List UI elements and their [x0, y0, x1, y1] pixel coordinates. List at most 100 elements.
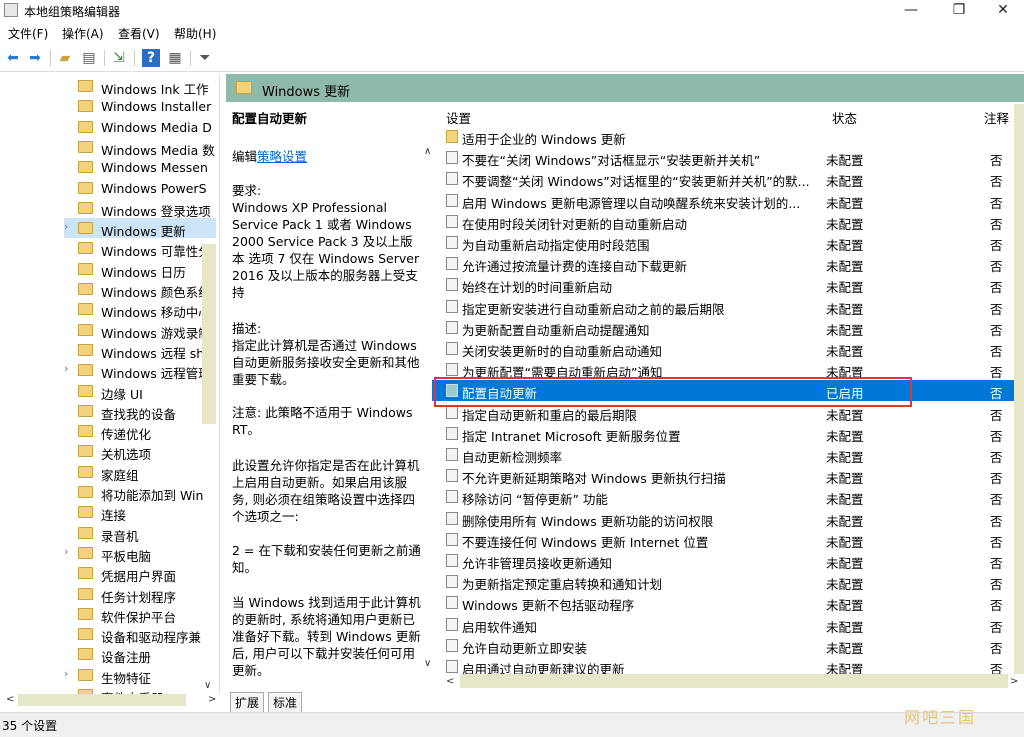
- setting-row[interactable]: 为自动重新启动指定使用时段范围 未配置 否: [432, 232, 1024, 253]
- maximize-button[interactable]: ❐: [936, 0, 982, 22]
- list-scroll-right-icon[interactable]: >: [1010, 676, 1018, 687]
- tab-extended[interactable]: 扩展: [230, 692, 265, 713]
- setting-row[interactable]: 自动更新检测频率 未配置 否: [432, 444, 1024, 465]
- setting-note: 否: [990, 365, 1003, 381]
- list-horizontal-scrollbar[interactable]: [460, 674, 1008, 688]
- tree-item[interactable]: 设备和驱动程序兼: [64, 624, 216, 644]
- setting-row[interactable]: 启用 Windows 更新电源管理以自动唤醒系统来安装计划的... 未配置 否: [432, 190, 1024, 211]
- setting-row[interactable]: 不要连接任何 Windows 更新 Internet 位置 未配置 否: [432, 529, 1024, 550]
- expand-chevron-icon[interactable]: ›: [64, 667, 68, 680]
- forward-arrow-icon[interactable]: ➡: [26, 49, 44, 67]
- setting-row[interactable]: 启用软件通知 未配置 否: [432, 614, 1024, 635]
- setting-state: 未配置: [826, 450, 864, 465]
- column-header-state[interactable]: 状态: [832, 108, 857, 127]
- setting-row[interactable]: 适用于企业的 Windows 更新: [432, 126, 1024, 147]
- tree-item[interactable]: Windows PowerS: [64, 178, 216, 198]
- tree-item[interactable]: Windows 移动中心: [64, 299, 216, 319]
- tree-item[interactable]: Windows 远程 she: [64, 340, 216, 360]
- policy-settings-link[interactable]: 策略设置: [257, 149, 307, 164]
- policy-setting-icon: [446, 638, 458, 652]
- menu-view[interactable]: 查看(V): [118, 25, 160, 42]
- tree-horizontal-scrollbar[interactable]: [18, 694, 186, 706]
- show-hide-tree-icon[interactable]: ▤: [80, 49, 98, 67]
- menu-help[interactable]: 帮助(H): [174, 25, 216, 42]
- tree-item[interactable]: Windows 颜色系统: [64, 279, 216, 299]
- menu-action[interactable]: 操作(A): [62, 25, 104, 42]
- desc-scroll-down-icon[interactable]: ∨: [424, 658, 431, 669]
- tree-item[interactable]: Windows Messen: [64, 157, 216, 177]
- setting-row[interactable]: 不要在“关闭 Windows”对话框显示“安装更新并关机” 未配置 否: [432, 147, 1024, 168]
- tree-item[interactable]: › 生物特征: [64, 665, 216, 685]
- tree-scroll-left-icon[interactable]: <: [6, 694, 14, 705]
- expand-chevron-icon[interactable]: ›: [64, 362, 68, 375]
- folder-icon: [78, 648, 93, 661]
- setting-row[interactable]: 删除使用所有 Windows 更新功能的访问权限 未配置 否: [432, 508, 1024, 529]
- tree-item[interactable]: Windows 可靠性分: [64, 238, 216, 258]
- tree-item[interactable]: Windows 日历: [64, 259, 216, 279]
- tab-standard[interactable]: 标准: [268, 692, 303, 713]
- setting-row[interactable]: 在使用时段关闭针对更新的自动重新启动 未配置 否: [432, 211, 1024, 232]
- minimize-button[interactable]: —: [888, 0, 934, 22]
- tree-item[interactable]: 边缘 UI: [64, 381, 216, 401]
- tree-item[interactable]: 家庭组: [64, 462, 216, 482]
- tree-item-label: Windows 日历: [101, 264, 186, 279]
- tree-item[interactable]: 事件查看器: [64, 685, 216, 694]
- tree-item-label: 将功能添加到 Win: [101, 488, 204, 502]
- export-list-icon[interactable]: ⇲: [110, 49, 128, 67]
- tree-item[interactable]: 连接: [64, 502, 216, 522]
- desc-scroll-up-icon[interactable]: ∧: [424, 146, 431, 157]
- description-panel: 配置自动更新 编辑策略设置 要求: Windows XP Professiona…: [226, 102, 428, 690]
- tree-item[interactable]: Windows 登录选项: [64, 198, 216, 218]
- setting-row[interactable]: 不要调整“关闭 Windows”对话框里的“安装更新并关机”的默... 未配置 否: [432, 168, 1024, 189]
- setting-row[interactable]: 移除访问 “暂停更新” 功能 未配置 否: [432, 486, 1024, 507]
- setting-row[interactable]: 始终在计划的时间重新启动 未配置 否: [432, 274, 1024, 295]
- tree-item[interactable]: Windows Ink 工作: [64, 76, 216, 96]
- setting-row[interactable]: 允许自动更新立即安装 未配置 否: [432, 635, 1024, 656]
- column-header-note[interactable]: 注释: [984, 108, 1009, 127]
- tree-item[interactable]: Windows Installer: [64, 96, 216, 116]
- close-button[interactable]: ✕: [980, 0, 1024, 22]
- properties-icon[interactable]: ▦: [166, 49, 184, 67]
- tree-item[interactable]: 凭据用户界面: [64, 563, 216, 583]
- setting-row[interactable]: 指定更新安装进行自动重新启动之前的最后期限 未配置 否: [432, 296, 1024, 317]
- tree-item[interactable]: 软件保护平台: [64, 604, 216, 624]
- setting-row[interactable]: Windows 更新不包括驱动程序 未配置 否: [432, 592, 1024, 613]
- expand-chevron-icon[interactable]: ›: [64, 220, 68, 233]
- setting-row[interactable]: 不允许更新延期策略对 Windows 更新执行扫描 未配置 否: [432, 465, 1024, 486]
- tree-item[interactable]: › 平板电脑: [64, 543, 216, 563]
- policy-setting-icon: [446, 532, 458, 546]
- tree-item[interactable]: 关机选项: [64, 441, 216, 461]
- up-folder-icon[interactable]: ▰: [56, 49, 74, 67]
- setting-row[interactable]: 为更新配置自动重新启动提醒通知 未配置 否: [432, 317, 1024, 338]
- setting-row[interactable]: 指定 Intranet Microsoft 更新服务位置 未配置 否: [432, 423, 1024, 444]
- tree-item[interactable]: 查找我的设备: [64, 401, 216, 421]
- tree-scroll-down-icon[interactable]: ∨: [204, 680, 211, 691]
- tree-item[interactable]: 将功能添加到 Win: [64, 482, 216, 502]
- column-header-setting[interactable]: 设置: [446, 108, 471, 127]
- tree-item[interactable]: 设备注册: [64, 644, 216, 664]
- navigation-tree: Windows Ink 工作 Windows Installer Windows M…: [0, 74, 220, 694]
- setting-row[interactable]: 为更新指定预定重启转换和通知计划 未配置 否: [432, 571, 1024, 592]
- tree-item[interactable]: 任务计划程序: [64, 584, 216, 604]
- help-icon[interactable]: ?: [142, 49, 160, 67]
- tree-vertical-scrollbar[interactable]: [202, 244, 216, 424]
- tree-scroll-right-icon[interactable]: >: [208, 694, 216, 705]
- tree-item[interactable]: › Windows 远程管理: [64, 360, 216, 380]
- tree-item[interactable]: 传递优化: [64, 421, 216, 441]
- back-arrow-icon[interactable]: ⬅: [4, 49, 22, 67]
- filter-icon[interactable]: ⏷: [196, 49, 214, 67]
- list-vertical-scrollbar[interactable]: [1014, 104, 1024, 674]
- setting-row[interactable]: 允许非管理员接收更新通知 未配置 否: [432, 550, 1024, 571]
- setting-row[interactable]: 关闭安装更新时的自动重新启动通知 未配置 否: [432, 338, 1024, 359]
- expand-chevron-icon[interactable]: ›: [64, 545, 68, 558]
- setting-note: 否: [990, 153, 1003, 169]
- menu-file[interactable]: 文件(F): [8, 25, 48, 42]
- list-scroll-left-icon[interactable]: <: [446, 676, 454, 687]
- tree-item[interactable]: Windows 游戏录制: [64, 320, 216, 340]
- tree-item[interactable]: Windows Media D: [64, 117, 216, 137]
- tree-item[interactable]: › Windows 更新: [64, 218, 216, 239]
- tree-item[interactable]: Windows Media 数: [64, 137, 216, 157]
- tree-item[interactable]: 录音机: [64, 523, 216, 543]
- setting-row[interactable]: 允许通过按流量计费的连接自动下载更新 未配置 否: [432, 253, 1024, 274]
- tree-item-label: Windows Ink 工作: [101, 82, 209, 96]
